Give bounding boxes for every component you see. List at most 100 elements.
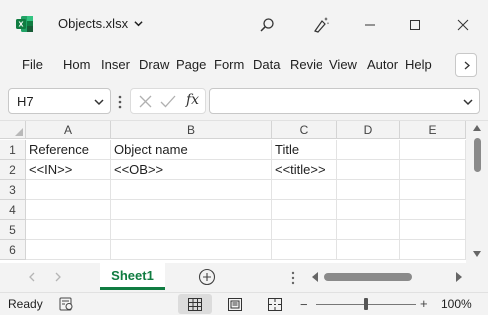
cell-e4[interactable] xyxy=(400,200,466,220)
maximize-button[interactable] xyxy=(400,10,430,40)
tab-review[interactable]: Revie xyxy=(290,57,322,72)
add-sheet-icon[interactable] xyxy=(198,268,216,286)
tab-home[interactable]: Hom xyxy=(63,57,93,72)
worksheet-grid: A B C D E 1 2 3 4 5 6 Reference Object n… xyxy=(0,120,488,264)
minimize-icon xyxy=(365,24,375,26)
tab-insert[interactable]: Inser xyxy=(101,57,133,72)
next-sheet-icon[interactable] xyxy=(54,272,62,282)
page-break-view-button[interactable] xyxy=(258,294,292,314)
cell-a5[interactable] xyxy=(26,220,111,240)
cell-d2[interactable] xyxy=(337,160,400,180)
minimize-button[interactable] xyxy=(355,10,385,40)
maximize-icon xyxy=(410,20,420,30)
vertical-scroll-thumb[interactable] xyxy=(474,138,481,172)
name-box[interactable]: H7 xyxy=(8,88,111,114)
chevron-down-icon xyxy=(134,21,143,27)
tab-scroll-divider-icon[interactable] xyxy=(291,271,295,285)
tab-draw[interactable]: Draw xyxy=(139,57,170,72)
file-name: Objects.xlsx xyxy=(58,16,129,31)
cell-c3[interactable] xyxy=(272,180,337,200)
scroll-right-icon[interactable] xyxy=(456,272,462,282)
tab-page-layout[interactable]: Page xyxy=(176,57,208,72)
vertical-scrollbar[interactable] xyxy=(466,121,488,264)
tab-formulas[interactable]: Form xyxy=(214,57,246,72)
cell-a4[interactable] xyxy=(26,200,111,220)
cell-b1[interactable]: Object name xyxy=(111,140,272,160)
cell-a3[interactable] xyxy=(26,180,111,200)
tab-file[interactable]: File xyxy=(22,57,43,72)
cell-a6[interactable] xyxy=(26,240,111,260)
copilot-icon xyxy=(314,17,329,33)
cell-c4[interactable] xyxy=(272,200,337,220)
file-name-dropdown[interactable]: Objects.xlsx xyxy=(58,16,143,31)
more-options-icon[interactable] xyxy=(118,94,122,110)
previous-sheet-icon[interactable] xyxy=(28,272,36,282)
cell-e6[interactable] xyxy=(400,240,466,260)
scroll-down-icon[interactable] xyxy=(473,251,481,257)
column-header-e[interactable]: E xyxy=(400,121,466,139)
cell-b2[interactable]: <<OB>> xyxy=(111,160,272,180)
cell-e2[interactable] xyxy=(400,160,466,180)
column-header-c[interactable]: C xyxy=(272,121,337,139)
close-button[interactable] xyxy=(448,10,478,40)
enter-check-icon[interactable] xyxy=(160,95,176,108)
row-header-2[interactable]: 2 xyxy=(0,160,26,180)
cell-c5[interactable] xyxy=(272,220,337,240)
cell-c1[interactable]: Title xyxy=(272,140,337,160)
formula-input[interactable] xyxy=(209,88,480,114)
cell-c6[interactable] xyxy=(272,240,337,260)
formula-controls: fx xyxy=(130,88,206,114)
horizontal-scroll-thumb[interactable] xyxy=(324,273,412,281)
zoom-out-button[interactable]: − xyxy=(300,297,308,312)
page-layout-view-button[interactable] xyxy=(218,294,252,314)
tab-help[interactable]: Help xyxy=(405,57,435,72)
cell-a1[interactable]: Reference xyxy=(26,140,111,160)
zoom-level[interactable]: 100% xyxy=(441,297,472,311)
page-layout-icon xyxy=(228,297,242,311)
status-text: Ready xyxy=(8,297,43,311)
cell-d1[interactable] xyxy=(337,140,400,160)
row-header-4[interactable]: 4 xyxy=(0,200,26,220)
tab-view[interactable]: View xyxy=(329,57,359,72)
ribbon-overflow-button[interactable] xyxy=(455,53,477,77)
normal-view-button[interactable] xyxy=(178,294,212,314)
tab-data[interactable]: Data xyxy=(253,57,283,72)
cell-c2[interactable]: <<title>> xyxy=(272,160,337,180)
column-header-d[interactable]: D xyxy=(337,121,400,139)
cell-b5[interactable] xyxy=(111,220,272,240)
expand-formula-bar-icon[interactable] xyxy=(463,98,473,106)
cell-e5[interactable] xyxy=(400,220,466,240)
cell-d4[interactable] xyxy=(337,200,400,220)
cell-e1[interactable] xyxy=(400,140,466,160)
column-header-a[interactable]: A xyxy=(26,121,111,139)
column-header-b[interactable]: B xyxy=(111,121,272,139)
row-header-1[interactable]: 1 xyxy=(0,140,26,160)
sheet-tab-sheet1[interactable]: Sheet1 xyxy=(100,263,165,290)
cell-d6[interactable] xyxy=(337,240,400,260)
zoom-in-button[interactable]: + xyxy=(420,296,428,311)
insert-function-button[interactable]: fx xyxy=(186,92,199,108)
cancel-icon[interactable] xyxy=(139,95,152,108)
status-bar: Ready − + 100% xyxy=(0,292,488,315)
row-header-6[interactable]: 6 xyxy=(0,240,26,260)
search-button[interactable] xyxy=(252,10,282,40)
zoom-slider-thumb[interactable] xyxy=(364,298,368,310)
grid-view-icon xyxy=(188,297,202,311)
tab-automate[interactable]: Autor xyxy=(367,57,399,72)
scroll-left-icon[interactable] xyxy=(312,272,318,282)
cell-b4[interactable] xyxy=(111,200,272,220)
row-header-3[interactable]: 3 xyxy=(0,180,26,200)
accessibility-icon[interactable] xyxy=(59,297,74,311)
title-bar: Objects.xlsx xyxy=(0,0,488,50)
cell-d5[interactable] xyxy=(337,220,400,240)
copilot-button[interactable] xyxy=(306,10,336,40)
scroll-up-icon[interactable] xyxy=(473,125,481,131)
close-icon xyxy=(457,19,469,31)
row-header-5[interactable]: 5 xyxy=(0,220,26,240)
cell-a2[interactable]: <<IN>> xyxy=(26,160,111,180)
cell-b3[interactable] xyxy=(111,180,272,200)
select-all-button[interactable] xyxy=(0,121,26,139)
cell-e3[interactable] xyxy=(400,180,466,200)
cell-d3[interactable] xyxy=(337,180,400,200)
cell-b6[interactable] xyxy=(111,240,272,260)
